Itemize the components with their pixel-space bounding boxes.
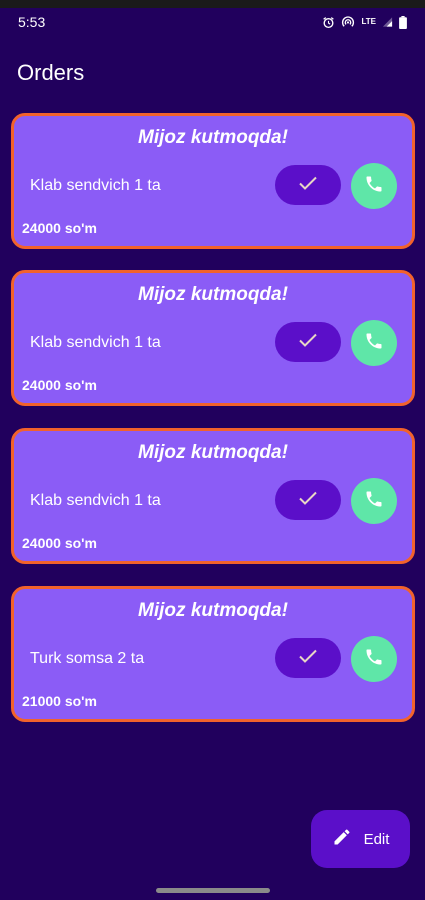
order-item: Klab sendvich 1 ta — [30, 177, 161, 194]
order-price: 24000 so'm — [22, 220, 97, 236]
mark-done-button[interactable] — [275, 480, 341, 520]
edit-label: Edit — [363, 830, 390, 848]
hotspot-icon — [341, 15, 355, 29]
call-button[interactable] — [351, 163, 397, 209]
page-title: Orders — [17, 60, 85, 85]
phone-icon — [364, 174, 384, 199]
pencil-icon — [332, 827, 352, 851]
top-edge-bar — [0, 0, 425, 8]
lte-icon: LTE — [361, 17, 376, 26]
order-card: Mijoz kutmoqda! Turk somsa 2 ta 21000 so… — [11, 586, 415, 722]
order-price: 21000 so'm — [22, 693, 97, 709]
phone-icon — [364, 647, 384, 672]
call-button[interactable] — [351, 478, 397, 524]
order-card: Mijoz kutmoqda! Klab sendvich 1 ta 24000… — [11, 270, 415, 406]
call-button[interactable] — [351, 636, 397, 682]
check-icon — [298, 175, 318, 196]
status-icons: LTE — [322, 15, 407, 29]
signal-icon — [382, 16, 393, 28]
order-status: Mijoz kutmoqda! — [138, 600, 288, 621]
order-status: Mijoz kutmoqda! — [138, 442, 288, 463]
home-indicator[interactable] — [156, 888, 270, 893]
order-card: Mijoz kutmoqda! Klab sendvich 1 ta 24000… — [11, 428, 415, 564]
edit-fab-button[interactable]: Edit — [311, 810, 410, 868]
check-icon — [298, 648, 318, 669]
mark-done-button[interactable] — [275, 322, 341, 362]
order-price: 24000 so'm — [22, 535, 97, 551]
status-time: 5:53 — [18, 14, 46, 30]
status-bar: 5:53 LTE — [0, 8, 425, 36]
order-item: Klab sendvich 1 ta — [30, 334, 161, 351]
order-card: Mijoz kutmoqda! Klab sendvich 1 ta 24000… — [11, 113, 415, 249]
mark-done-button[interactable] — [275, 638, 341, 678]
mark-done-button[interactable] — [275, 165, 341, 205]
call-button[interactable] — [351, 320, 397, 366]
battery-icon — [399, 15, 407, 29]
check-icon — [298, 332, 318, 353]
phone-icon — [364, 331, 384, 356]
alarm-icon — [322, 16, 335, 29]
order-item: Turk somsa 2 ta — [30, 650, 145, 667]
order-price: 24000 so'm — [22, 377, 97, 393]
order-status: Mijoz kutmoqda! — [138, 127, 288, 148]
order-status: Mijoz kutmoqda! — [138, 284, 288, 305]
check-icon — [298, 490, 318, 511]
phone-icon — [364, 489, 384, 514]
order-item: Klab sendvich 1 ta — [30, 492, 161, 509]
